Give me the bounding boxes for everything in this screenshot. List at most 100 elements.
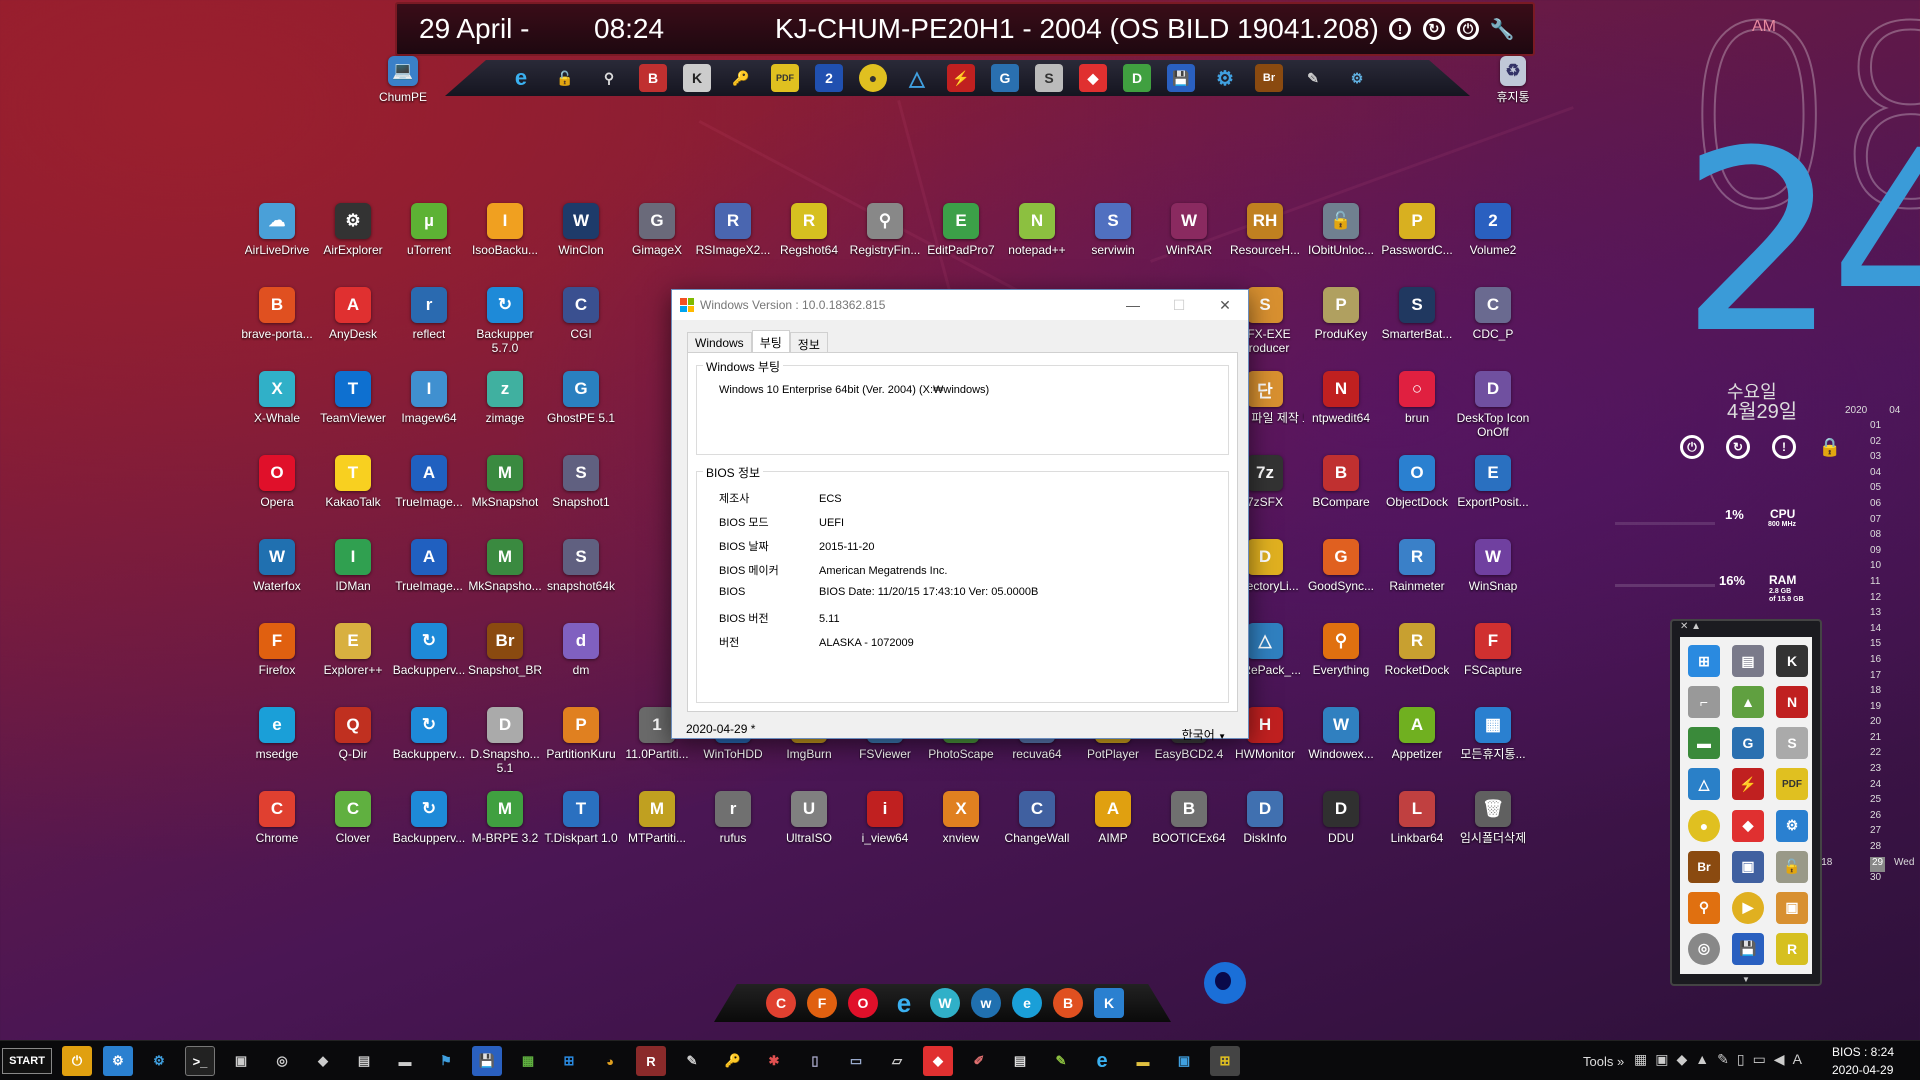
ie-icon[interactable]: e — [507, 64, 535, 92]
br-icon[interactable]: Br — [1688, 850, 1720, 883]
desktop-icon[interactable]: D DeskTop Icon OnOff — [1454, 371, 1532, 439]
file-icon[interactable]: ▯ — [800, 1046, 830, 1076]
desktop-icon[interactable]: D D.Snapsho... 5.1 — [466, 707, 544, 775]
drive-icon[interactable]: ▬ — [390, 1046, 420, 1076]
waterfox-icon[interactable]: w — [971, 988, 1001, 1018]
bcompare-icon[interactable]: B — [639, 64, 667, 92]
pen-icon[interactable]: ✎ — [1717, 1051, 1729, 1068]
ie-icon[interactable]: e — [1087, 1046, 1117, 1076]
language-select[interactable]: 한국어 ▼ — [1182, 726, 1226, 743]
floating-widget[interactable] — [1204, 962, 1246, 1004]
desktop-icon[interactable]: Sserviwin — [1074, 203, 1152, 257]
key-icon[interactable]: 🔧 — [1490, 18, 1515, 41]
lock-icon[interactable]: 🔒 — [1818, 435, 1842, 459]
desktop-icon[interactable]: Nnotepad++ — [998, 203, 1076, 257]
desktop-icon[interactable]: R Rainmeter — [1378, 539, 1456, 593]
triangle-icon[interactable]: △ — [903, 64, 931, 92]
desktop-icon[interactable]: A AIMP — [1074, 791, 1152, 845]
gear-icon[interactable]: ⚙ — [1211, 64, 1239, 92]
cmd-icon[interactable]: >_ — [185, 1046, 215, 1076]
ie-icon[interactable]: e — [889, 988, 919, 1018]
desktop-icon[interactable]: µ uTorrent — [390, 203, 468, 257]
desktop-icon[interactable]: R RocketDock — [1378, 623, 1456, 677]
search-icon[interactable]: ⚲ — [595, 64, 623, 92]
tray-app-icon[interactable]: ▦ — [1634, 1051, 1647, 1068]
desktop-icon[interactable]: E ExportPosit... — [1454, 455, 1532, 509]
power-icon[interactable]: ⏻ — [1457, 18, 1479, 40]
windows-flag-icon[interactable]: ⚑ — [431, 1046, 461, 1076]
tools-toolbar-label[interactable]: Tools » — [1583, 1054, 1624, 1069]
monitor-icon[interactable]: ▣ — [226, 1046, 256, 1076]
desktop-icon[interactable]: Bbrave-porta... — [238, 287, 316, 341]
lock-icon[interactable]: 🔓 — [551, 64, 579, 92]
desktop-icon[interactable]: 🗑 임시폴더삭제 — [1454, 791, 1532, 845]
close-button[interactable]: ✕ — [1202, 290, 1248, 320]
windows-icon[interactable]: ⊞ — [554, 1046, 584, 1076]
desktop-icon[interactable]: ↻ Backupperv... — [390, 707, 468, 761]
ntpwedit-icon[interactable]: N — [1776, 686, 1808, 719]
power-icon[interactable]: ⏻ — [62, 1046, 92, 1076]
desktop-icon[interactable]: P ProduKey — [1302, 287, 1380, 341]
desktop-icon[interactable]: T KakaoTalk — [314, 455, 392, 509]
desktop-icon[interactable]: d dm — [542, 623, 620, 677]
desktop-icon[interactable]: G GimageX — [618, 203, 696, 257]
desktop-icon[interactable]: B BOOTICEx64 — [1150, 791, 1228, 845]
desktop-icon[interactable]: r reflect — [390, 287, 468, 341]
chevron-down-icon[interactable]: ▼ — [1742, 975, 1750, 984]
snapshot-icon[interactable]: S — [1035, 64, 1063, 92]
desktop-icon[interactable]: A AnyDesk — [314, 287, 392, 341]
ime-icon[interactable]: A — [1793, 1051, 1802, 1068]
desktop-icon[interactable]: Br Snapshot_BR — [466, 623, 544, 677]
desktop-icon[interactable]: RH ResourceH... — [1226, 203, 1304, 257]
hwmonitor-icon[interactable]: ⚡ — [947, 64, 975, 92]
desktop-icon[interactable]: ↻ Backupperv... — [390, 791, 468, 845]
snapshot-icon[interactable]: S — [1776, 727, 1808, 760]
anydesk-icon[interactable]: ◆ — [1732, 809, 1764, 842]
whale-icon[interactable]: W — [930, 988, 960, 1018]
cd-icon[interactable]: ◎ — [267, 1046, 297, 1076]
hdd-icon[interactable]: ▬ — [1688, 727, 1720, 760]
desktop-icon[interactable]: F FSCapture — [1454, 623, 1532, 677]
drive-icon[interactable]: D — [1123, 64, 1151, 92]
desktop-icon[interactable]: I Imagew64 — [390, 371, 468, 425]
desktop-icon[interactable]: M MkSnapshot — [466, 455, 544, 509]
chart-icon[interactable]: ▲ — [1732, 686, 1764, 719]
desktop-icon[interactable]: P PasswordC... — [1378, 203, 1456, 257]
floppy-icon[interactable]: 💾 — [1732, 932, 1764, 965]
restart-icon[interactable]: ↻ — [1423, 18, 1445, 40]
k-icon[interactable]: K — [1776, 645, 1808, 677]
edge-icon[interactable]: e — [1012, 988, 1042, 1018]
drive-icon[interactable]: ▤ — [1732, 645, 1764, 677]
notes-icon[interactable]: ▱ — [882, 1046, 912, 1076]
cd-icon[interactable]: ◎ — [1688, 932, 1720, 965]
volume-icon[interactable]: ◀ — [1774, 1051, 1785, 1068]
ghost-icon[interactable]: G — [1732, 727, 1764, 760]
desktop-icon[interactable]: 2 Volume2 — [1454, 203, 1532, 257]
desktop-icon[interactable]: R Regshot64 — [770, 203, 848, 257]
desktop-icon[interactable]: C Chrome — [238, 791, 316, 845]
desktop-icon[interactable]: G GoodSync... — [1302, 539, 1380, 593]
document-icon[interactable]: ▤ — [1005, 1046, 1035, 1076]
desktop-icon[interactable]: ○ brun — [1378, 371, 1456, 425]
br-icon[interactable]: Br — [1255, 64, 1283, 92]
desktop-icon[interactable]: Q Q-Dir — [314, 707, 392, 761]
desktop-icon[interactable]: M MkSnapsho... — [466, 539, 544, 593]
desktop-icon[interactable]: A TrueImage... — [390, 539, 468, 593]
desktop-icon[interactable]: T TeamViewer — [314, 371, 392, 425]
desktop-icon[interactable]: E EditPadPro7 — [922, 203, 1000, 257]
desktop-icon[interactable]: M M-BRPE 3.2 — [466, 791, 544, 845]
desktop-icon[interactable]: W Waterfox — [238, 539, 316, 593]
desktop-icon[interactable]: i i_view64 — [846, 791, 924, 845]
desktop-icon[interactable]: O Opera — [238, 455, 316, 509]
desktop-icon[interactable]: ↻ Backupperv... — [390, 623, 468, 677]
desktop-icon[interactable]: W WinSnap — [1454, 539, 1532, 593]
desktop-icon[interactable]: I IsooBacku... — [466, 203, 544, 257]
desktop-icon[interactable]: L Linkbar64 — [1378, 791, 1456, 845]
floppy-icon[interactable]: 💾 — [1167, 64, 1195, 92]
opera-icon[interactable]: O — [848, 988, 878, 1018]
window-icon[interactable]: ▭ — [841, 1046, 871, 1076]
printer-icon[interactable]: ▤ — [349, 1046, 379, 1076]
desktop-icon[interactable]: e msedge — [238, 707, 316, 761]
desktop-icon[interactable]: P PartitionKuru — [542, 707, 620, 761]
desktop-icon[interactable]: C ChangeWall — [998, 791, 1076, 845]
